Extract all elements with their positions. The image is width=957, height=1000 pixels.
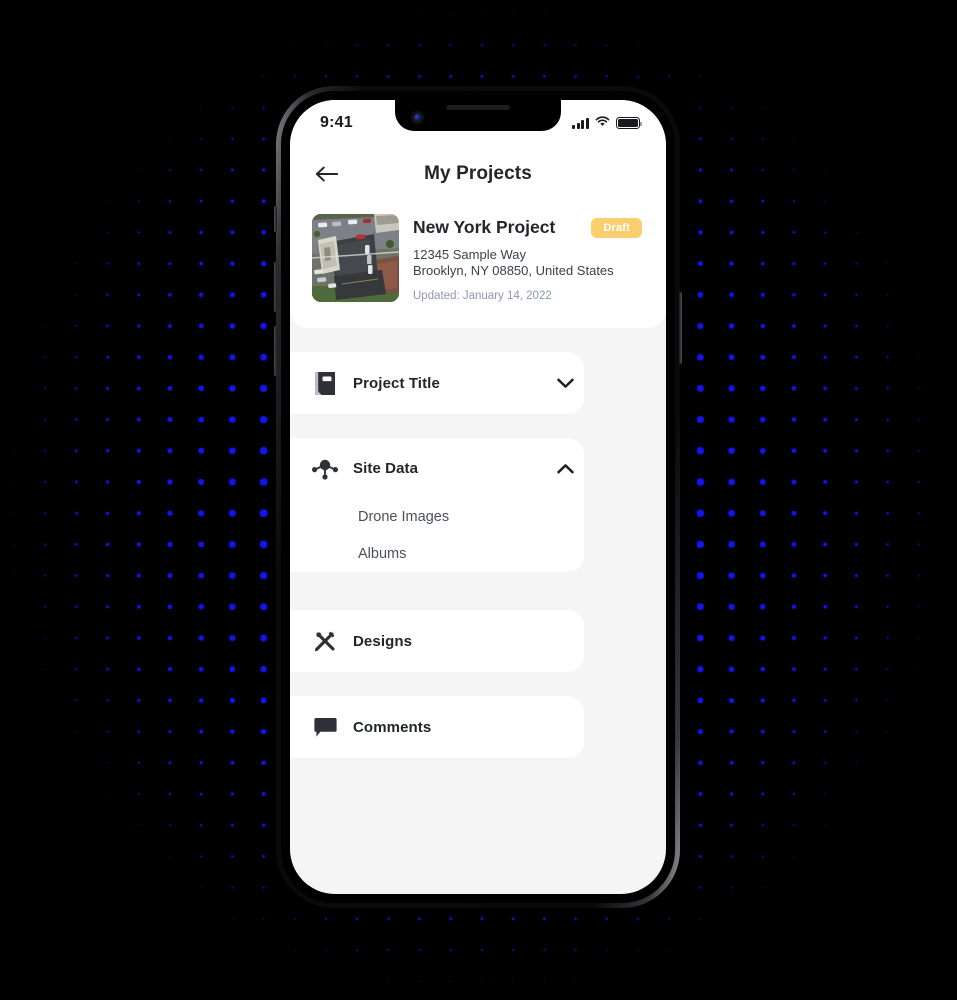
navigation-bar: My Projects xyxy=(290,146,666,202)
status-bar-clock: 9:41 xyxy=(320,114,353,131)
menu-item-label: Project Title xyxy=(353,374,440,392)
menu-row[interactable]: Comments xyxy=(290,696,584,758)
menu-item-label: Comments xyxy=(353,718,432,736)
project-details: New York Project Draft 12345 Sample Way … xyxy=(413,214,642,302)
menu-row[interactable]: Project Title xyxy=(290,352,584,414)
status-bar-icons xyxy=(572,114,642,132)
volume-down-button[interactable] xyxy=(274,326,277,376)
speech-bubble-icon xyxy=(311,713,339,741)
battery-full-icon xyxy=(616,117,642,129)
menu-item-site-data[interactable]: Site Data Drone Images Albums xyxy=(290,438,584,572)
chevron-up-icon[interactable] xyxy=(550,463,584,474)
menu-item-designs[interactable]: Designs xyxy=(290,610,584,672)
phone-bezel: 9:41 My Projects New York Project Draft … xyxy=(281,91,675,903)
status-badge: Draft xyxy=(591,218,642,238)
menu-item-label: Site Data xyxy=(353,459,419,477)
menu-item-label: Designs xyxy=(353,632,413,650)
project-summary-row[interactable]: New York Project Draft 12345 Sample Way … xyxy=(290,202,666,302)
signal-bars-icon xyxy=(572,117,589,129)
submenu-site-data: Drone Images Albums xyxy=(290,498,584,572)
menu-row[interactable]: Designs xyxy=(290,610,584,672)
project-header-card: My Projects New York Project Draft 12345… xyxy=(290,146,666,328)
front-camera-icon xyxy=(411,111,424,124)
project-address-line1: 12345 Sample Way xyxy=(413,247,526,262)
back-arrow-icon[interactable] xyxy=(312,159,342,189)
project-updated-date: Updated: January 14, 2022 xyxy=(413,289,552,302)
phone-mockup: 9:41 My Projects New York Project Draft … xyxy=(274,86,682,908)
network-hub-icon xyxy=(311,454,339,482)
page-root: 9:41 My Projects New York Project Draft … xyxy=(0,0,957,1000)
menu-row[interactable]: Site Data xyxy=(290,438,584,498)
project-name: New York Project xyxy=(413,217,556,237)
earpiece-speaker xyxy=(446,105,510,110)
submenu-item-drone-images[interactable]: Drone Images xyxy=(358,498,584,535)
pencil-ruler-icon xyxy=(311,627,339,655)
project-address-line2: Brooklyn, NY 08850, United States xyxy=(413,262,614,278)
wifi-icon xyxy=(595,114,610,132)
submenu-item-albums[interactable]: Albums xyxy=(358,535,584,572)
project-menu: Project Title Site Data Drone Images Alb… xyxy=(290,328,666,758)
phone-screen: 9:41 My Projects New York Project Draft … xyxy=(290,100,666,894)
page-title: My Projects xyxy=(424,163,532,184)
power-button[interactable] xyxy=(679,292,682,364)
project-thumbnail[interactable] xyxy=(312,214,399,302)
project-title-row: New York Project Draft xyxy=(413,217,642,238)
menu-item-project-title[interactable]: Project Title xyxy=(290,352,584,414)
volume-up-button[interactable] xyxy=(274,262,277,312)
notch xyxy=(395,100,561,131)
silent-switch[interactable] xyxy=(274,206,277,232)
menu-item-comments[interactable]: Comments xyxy=(290,696,584,758)
chevron-down-icon[interactable] xyxy=(550,378,584,389)
notebook-icon xyxy=(311,369,339,397)
